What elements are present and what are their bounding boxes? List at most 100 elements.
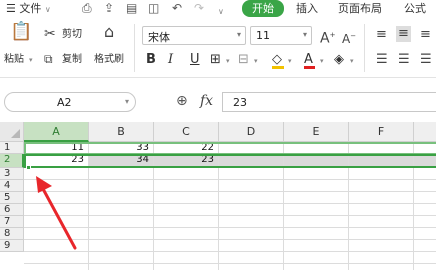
row-header-1[interactable]: 1 (0, 142, 24, 154)
insert-function-button[interactable]: fx (200, 93, 213, 109)
cell-c1[interactable]: 22 (154, 142, 219, 154)
row-header-5[interactable]: 5 (0, 192, 24, 204)
fill-handle[interactable] (26, 165, 31, 170)
copy-icon: ⧉ (44, 52, 53, 66)
chevron-down-icon: ▾ (302, 30, 307, 39)
font-name-select[interactable]: 宋体 ▾ (142, 26, 246, 45)
cell-e1[interactable] (284, 142, 349, 154)
cell-e2[interactable] (284, 154, 349, 168)
grid-lines (24, 168, 436, 270)
select-all-button[interactable] (0, 122, 24, 142)
column-header-f[interactable]: F (349, 122, 414, 142)
ribbon-divider (134, 24, 135, 72)
cell-d2[interactable] (219, 154, 284, 168)
cell-b1[interactable]: 33 (89, 142, 154, 154)
fill-color-icon[interactable]: ◇ (272, 52, 284, 69)
cell-a1[interactable]: 11 (24, 142, 89, 154)
row-header-7[interactable]: 7 (0, 216, 24, 228)
chevron-down-icon: ∨ (44, 5, 51, 14)
chevron-down-icon: ▾ (124, 97, 129, 106)
shrink-font-button[interactable]: A− (342, 28, 356, 47)
format-painter-label: 格式刷 (94, 54, 124, 65)
chevron-down-icon: ▾ (236, 30, 241, 39)
hamburger-icon: ☰ (6, 2, 16, 15)
print-icon[interactable]: ▤ (126, 1, 137, 16)
file-menu-label: 文件 (19, 2, 42, 15)
cell-overflow[interactable] (414, 142, 436, 154)
fill-color-dropdown-icon[interactable]: ▾ (288, 57, 292, 65)
print-preview-icon[interactable]: ◫ (148, 1, 159, 16)
row-header-3[interactable]: 3 (0, 168, 24, 180)
column-header-c[interactable]: C (154, 122, 219, 142)
underline-button[interactable]: U (190, 52, 200, 68)
align-middle-icon[interactable]: ≡ (396, 26, 411, 42)
row-header-6[interactable]: 6 (0, 204, 24, 216)
tab-insert[interactable]: 插入 (296, 1, 318, 16)
row-header-8[interactable]: 8 (0, 228, 24, 240)
cut-label: 剪切 (62, 29, 82, 40)
font-color-dropdown-icon[interactable]: ▾ (320, 57, 324, 65)
column-header-d[interactable]: D (219, 122, 284, 142)
clear-format-icon[interactable]: ◈ (334, 52, 344, 68)
shrink-font-icon: A (342, 32, 351, 46)
column-header-e[interactable]: E (284, 122, 349, 142)
save-icon[interactable]: ⎙ (82, 1, 92, 16)
cell-d1[interactable] (219, 142, 284, 154)
ribbon: 📋 粘贴 ▾ ✂ 剪切 ⧉ 复制 ⌂ 格式刷 宋体 ▾ 11 ▾ A+ A− B… (0, 18, 436, 78)
formula-input[interactable]: 23 (222, 92, 436, 112)
formula-bar: A2 ▾ ⊕ fx 23 (0, 78, 436, 122)
cell-a2-active[interactable]: 23 (24, 154, 89, 168)
column-header-a[interactable]: A (24, 122, 89, 142)
tab-page-layout[interactable]: 页面布局 (338, 1, 382, 16)
font-size-select[interactable]: 11 ▾ (250, 26, 312, 45)
cell-c2[interactable]: 23 (154, 154, 219, 168)
tab-home[interactable]: 开始 (242, 0, 284, 17)
name-box[interactable]: A2 ▾ (4, 92, 136, 112)
row-header-4[interactable]: 4 (0, 180, 24, 192)
cell-overflow[interactable] (414, 154, 436, 168)
borders-dropdown-icon[interactable]: ▾ (226, 57, 230, 65)
paintbrush-icon: ⌂ (104, 22, 115, 41)
italic-button[interactable]: I (168, 52, 173, 68)
bold-button[interactable]: B (146, 52, 156, 68)
align-top-icon[interactable]: ≡ (376, 27, 387, 43)
quick-access-dropdown-icon[interactable]: ∨ (218, 4, 224, 19)
align-bottom-icon[interactable]: ≡ (420, 27, 431, 43)
scissors-icon: ✂ (44, 26, 56, 42)
column-header-overflow (414, 122, 436, 142)
file-menu[interactable]: ☰ 文件 ∨ (6, 1, 51, 17)
borders-icon[interactable]: ⊞ (210, 52, 221, 68)
paste-label: 粘贴 (4, 54, 24, 65)
export-icon[interactable]: ⇪ (104, 1, 114, 16)
tab-formulas[interactable]: 公式 (404, 1, 426, 16)
row-header-2[interactable]: 2 (0, 154, 24, 168)
grow-font-button[interactable]: A+ (320, 27, 335, 47)
zoom-search-icon[interactable]: ⊕ (176, 93, 188, 109)
ribbon-divider (364, 24, 365, 72)
font-name-value: 宋体 (148, 31, 170, 44)
align-left-icon[interactable]: ☰ (376, 52, 388, 68)
undo-icon[interactable]: ↶ (172, 1, 182, 16)
formula-input-value: 23 (233, 96, 247, 109)
column-header-b[interactable]: B (89, 122, 154, 142)
font-size-value: 11 (256, 29, 270, 42)
cell-style-icon[interactable]: ⊟ (238, 52, 249, 68)
cell-f2[interactable] (349, 154, 414, 168)
clipboard-icon: 📋 (10, 21, 33, 42)
spreadsheet-grid: A B C D E F 1 11 33 22 2 23 34 23 3 4 5 … (0, 122, 436, 270)
cell-style-dropdown-icon[interactable]: ▾ (254, 57, 258, 65)
select-all-triangle-icon (11, 129, 20, 138)
grow-font-icon: A (320, 30, 330, 47)
row-header-9[interactable]: 9 (0, 240, 24, 252)
align-center-icon[interactable]: ☰ (398, 52, 410, 68)
redo-icon[interactable]: ↷ (194, 1, 204, 16)
paste-dropdown-icon[interactable]: ▾ (29, 56, 33, 64)
cell-f1[interactable] (349, 142, 414, 154)
cell-b2[interactable]: 34 (89, 154, 154, 168)
copy-label: 复制 (62, 54, 82, 65)
clear-format-dropdown-icon[interactable]: ▾ (350, 57, 354, 65)
menu-bar: ☰ 文件 ∨ ⎙ ⇪ ▤ ◫ ↶ ↷ ∨ 开始 插入 页面布局 公式 (0, 0, 436, 18)
align-right-icon[interactable]: ☰ (420, 52, 432, 68)
name-box-value: A2 (57, 96, 72, 109)
font-color-icon[interactable]: A (304, 52, 315, 69)
